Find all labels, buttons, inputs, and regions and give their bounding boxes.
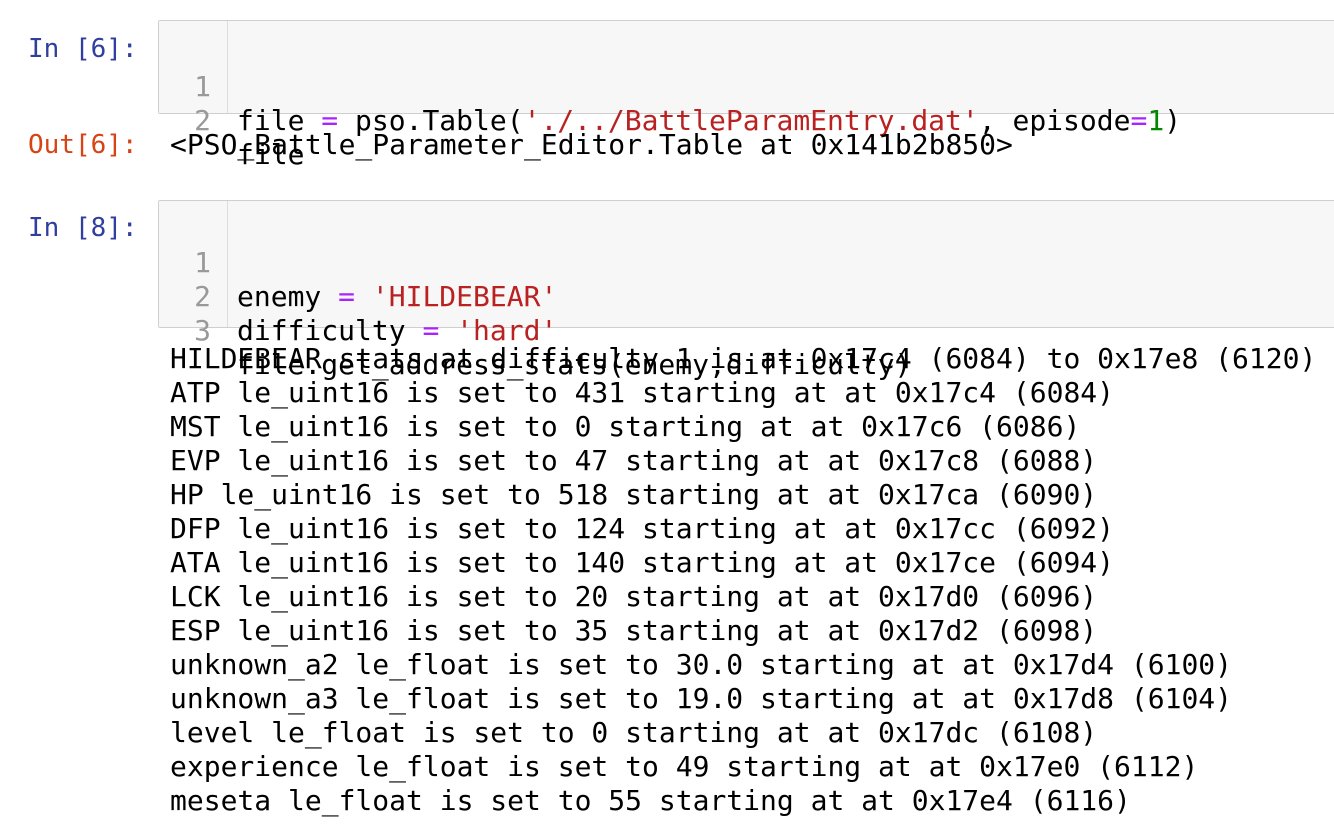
input-prompt: In [6]: [28,34,138,64]
output-line: EVP le_uint16 is set to 47 starting at a… [170,444,1098,477]
output-line: HILDEBEAR stats at difficulty 1 is at 0x… [170,342,1317,375]
output-line: HP le_uint16 is set to 518 starting at a… [170,478,1098,511]
input-prompt: In [8]: [28,213,138,243]
output-line: DFP le_uint16 is set to 124 starting at … [170,512,1115,545]
code-line[interactable]: 3 file.get_address_stats(enemy,difficult… [159,280,1334,381]
code-line[interactable]: 1 enemy = 'HILDEBEAR' [159,212,1334,313]
code-cell-in-8[interactable]: In [8]: 1 enemy = 'HILDEBEAR' 2 difficul… [0,190,1334,381]
output-line: ESP le_uint16 is set to 35 starting at a… [170,614,1098,647]
code-cell-in-6[interactable]: In [6]: 1 file = pso.Table('./../BattleP… [0,0,1334,171]
output-line: LCK le_uint16 is set to 20 starting at a… [170,580,1098,613]
code-line[interactable]: 2 file [159,70,1334,171]
output-prompt: Out[6]: [28,130,138,160]
output-line: level le_float is set to 0 starting at a… [170,716,1098,749]
output-line: ATP le_uint16 is set to 431 starting at … [170,376,1115,409]
output-line: meseta le_float is set to 55 starting at… [170,784,1131,817]
code-line[interactable]: 2 difficulty = 'hard' [159,246,1334,347]
output-line: experience le_float is set to 49 startin… [170,750,1199,783]
stdout-output: HILDEBEAR stats at difficulty 1 is at 0x… [170,342,1316,818]
output-line: unknown_a3 le_float is set to 19.0 start… [170,682,1233,715]
code-editor[interactable]: 1 file = pso.Table('./../BattleParamEntr… [158,20,1334,171]
output-cell-out-6: Out[6]: <PSO_Battle_Parameter_Editor.Tab… [0,120,1334,180]
code-line[interactable]: 1 file = pso.Table('./../BattleParamEntr… [159,36,1334,137]
output-line: unknown_a2 le_float is set to 30.0 start… [170,648,1233,681]
output-text: <PSO_Battle_Parameter_Editor.Table at 0x… [170,128,1013,161]
output-line: ATA le_uint16 is set to 140 starting at … [170,546,1115,579]
output-line: MST le_uint16 is set to 0 starting at at… [170,410,1081,443]
code-editor[interactable]: 1 enemy = 'HILDEBEAR' 2 difficulty = 'ha… [158,200,1334,381]
